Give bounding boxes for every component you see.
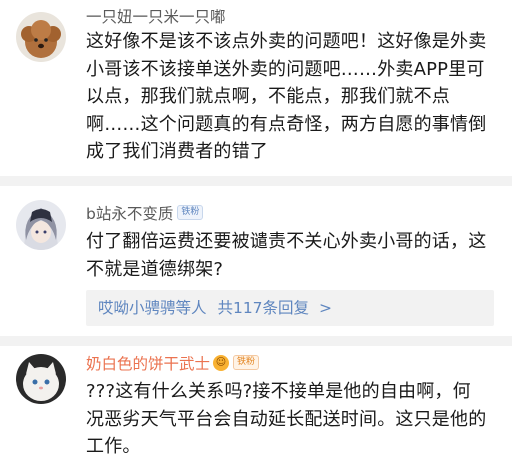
- username[interactable]: b站永不变质 铁粉: [86, 204, 204, 224]
- anime-girl-avatar-icon: [16, 200, 66, 250]
- comment-line: 工作。: [86, 436, 141, 457]
- reply-count[interactable]: 共117条回复: [217, 299, 309, 317]
- comment-line: 小哥该不该接单送外卖的问题吧……外卖APP里可: [86, 58, 485, 80]
- white-cat-avatar-icon: [16, 354, 66, 404]
- username-text[interactable]: 一只妞一只米一只嘟: [86, 8, 226, 26]
- replies-summary[interactable]: 哎呦小骋骋等人 共117条回复 >: [86, 290, 494, 326]
- comment-line: 成了我们消费者的错了: [86, 141, 268, 162]
- dog-avatar-icon: [16, 12, 66, 62]
- username[interactable]: 一只妞一只米一只嘟: [86, 7, 226, 27]
- comment-line: 不就是道德绑架?: [86, 258, 224, 280]
- comment-text: 这好像不是该不该点外卖的问题吧！这好像是外卖 小哥该不该接单送外卖的问题吧……外…: [86, 28, 494, 166]
- avatar[interactable]: [16, 12, 66, 62]
- comment-text: 付了翻倍运费还要被谴责不关心外卖小哥的话，这 不就是道德绑架?: [86, 228, 494, 283]
- fan-badge[interactable]: 铁粉: [177, 205, 204, 220]
- reply-users[interactable]: 哎呦小骋骋等人: [98, 299, 207, 317]
- comment-item: b站永不变质 铁粉 付了翻倍运费还要被谴责不关心外卖小哥的话，这 不就是道德绑架?…: [0, 186, 512, 336]
- comment-line: 付了翻倍运费还要被谴责不关心外卖小哥的话，这: [86, 231, 487, 252]
- comment-line: 以点，那我们就点啊，不能点，那我们就不点: [86, 86, 450, 107]
- avatar[interactable]: [16, 354, 66, 404]
- username-text[interactable]: 奶白色的饼干武士: [86, 355, 210, 373]
- comment-item: 奶白色的饼干武士 ☺ 铁粉 ???这有什么关系吗?接不接单是他的自由啊，何 况恶劣天…: [0, 346, 512, 459]
- comment-line: 啊……这个问题真的有点奇怪，两方自愿的事情倒: [86, 113, 487, 135]
- comment-line: 况恶劣天气平台会自动延长配送时间。这只是他的: [86, 408, 487, 430]
- comment-line: 这好像不是该不该点外卖的问题吧！这好像是外卖: [86, 31, 487, 52]
- comment-text: ???这有什么关系吗?接不接单是他的自由啊，何 况恶劣天气平台会自动延长配送时间…: [86, 378, 494, 459]
- comment-feed: 一只妞一只米一只嘟 这好像不是该不该点外卖的问题吧！这好像是外卖 小哥该不该接单…: [0, 0, 512, 459]
- smiley-emoji-icon: ☺: [213, 354, 230, 371]
- username[interactable]: 奶白色的饼干武士 ☺ 铁粉: [86, 354, 260, 374]
- divider: [0, 336, 512, 346]
- chevron-right-icon[interactable]: >: [319, 299, 332, 317]
- divider: [0, 176, 512, 186]
- comment-line: ???这有什么关系吗?接不接单是他的自由啊，何: [86, 381, 471, 402]
- comment-item: 一只妞一只米一只嘟 这好像不是该不该点外卖的问题吧！这好像是外卖 小哥该不该接单…: [0, 0, 512, 176]
- username-text[interactable]: b站永不变质: [86, 205, 173, 223]
- fan-badge[interactable]: 铁粉: [233, 355, 260, 370]
- avatar[interactable]: [16, 200, 66, 250]
